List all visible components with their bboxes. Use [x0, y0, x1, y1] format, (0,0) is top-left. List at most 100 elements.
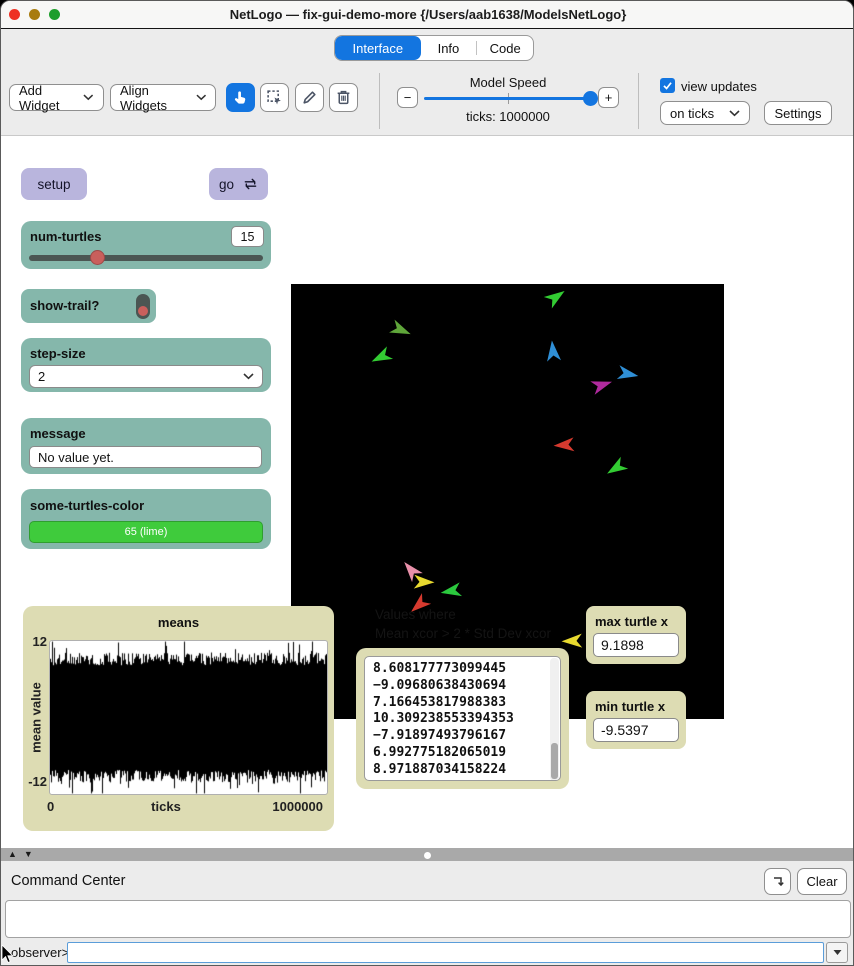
align-widgets-label: Align Widgets: [120, 83, 196, 113]
slider-widget-num-turtles: num-turtles 15: [21, 221, 271, 269]
slider-value: 15: [241, 230, 255, 244]
note-line-1: Values where: [375, 607, 456, 622]
edit-widget-button[interactable]: [295, 83, 324, 112]
monitor-max-turtle-x: max turtle x 9.1898: [586, 606, 686, 664]
chevron-down-icon: [196, 94, 206, 101]
netlogo-window: NetLogo — fix-gui-demo-more {/Users/aab1…: [0, 0, 854, 966]
monitor-value-text: 9.1898: [601, 637, 644, 653]
values-scrollbar[interactable]: [550, 658, 559, 781]
values-output-widget: 8.608177773099445−9.096806384306947.1664…: [356, 648, 569, 789]
title-bar: NetLogo — fix-gui-demo-more {/Users/aab1…: [1, 1, 854, 29]
speed-slider-knob[interactable]: [583, 91, 598, 106]
y-tick-min: -12: [23, 774, 47, 789]
clear-label: Clear: [806, 874, 837, 889]
values-list[interactable]: 8.608177773099445−9.096806384306947.1664…: [364, 656, 561, 781]
switch-toggle[interactable]: [136, 294, 150, 319]
align-widgets-dropdown[interactable]: Align Widgets: [110, 84, 216, 111]
update-mode-value: on ticks: [670, 106, 714, 121]
monitor-value-text: -9.5397: [601, 722, 648, 738]
chooser-value: 2: [38, 369, 45, 384]
command-center-title: Command Center: [11, 873, 125, 889]
turtle: [366, 342, 396, 372]
monitor-label: min turtle x: [595, 699, 665, 714]
checkmark-icon: [662, 80, 673, 91]
window-title: NetLogo — fix-gui-demo-more {/Users/aab1…: [1, 7, 854, 22]
delete-widget-button[interactable]: [329, 83, 358, 112]
go-button[interactable]: go: [209, 168, 268, 200]
update-mode-dropdown[interactable]: on ticks: [660, 101, 750, 125]
command-output-area[interactable]: [5, 900, 851, 938]
splitter-handle-dot[interactable]: [424, 852, 431, 859]
list-item[interactable]: 7.166453817988383: [373, 695, 546, 712]
speed-faster-button[interactable]: +: [598, 87, 619, 108]
color-value-button[interactable]: 65 (lime): [29, 521, 263, 543]
tab-info[interactable]: Info: [421, 36, 477, 60]
command-history-dropdown[interactable]: [826, 942, 848, 963]
pencil-icon: [301, 89, 318, 106]
switch-widget-show-trail[interactable]: show-trail?: [21, 289, 156, 323]
chooser-label: step-size: [30, 346, 86, 361]
x-tick-min: 0: [47, 799, 54, 814]
toolbar-divider: [379, 73, 380, 129]
list-item[interactable]: −7.91897493796167: [373, 728, 546, 745]
turtle: [386, 315, 416, 345]
speed-slower-button[interactable]: −: [397, 87, 418, 108]
chooser-dropdown[interactable]: 2: [29, 365, 263, 388]
message-value: No value yet.: [38, 450, 114, 465]
switch-label: show-trail?: [30, 298, 99, 313]
settings-label: Settings: [775, 106, 822, 121]
color-button-label: some-turtles-color: [30, 498, 144, 513]
plot-series-canvas: [50, 641, 327, 794]
hand-tool-button[interactable]: [226, 83, 255, 112]
values-scrollbar-thumb[interactable]: [551, 743, 558, 779]
plot-area: [49, 640, 328, 795]
setup-label: setup: [37, 177, 70, 192]
command-center-popout-button[interactable]: [764, 868, 791, 895]
switch-knob: [138, 306, 148, 316]
command-input-field[interactable]: [67, 942, 824, 963]
slider-label: num-turtles: [30, 229, 102, 244]
slider-value-box[interactable]: 15: [231, 226, 264, 247]
input-widget-message: message No value yet.: [21, 418, 271, 474]
y-tick-max: 12: [27, 634, 47, 649]
monitor-label: max turtle x: [595, 614, 668, 629]
marquee-select-icon: [266, 89, 283, 106]
view-updates-checkbox[interactable]: [660, 78, 675, 93]
chevron-down-icon: [243, 373, 254, 380]
minus-icon: −: [404, 91, 412, 104]
go-label: go: [219, 177, 234, 192]
turtle: [541, 284, 571, 312]
setup-button[interactable]: setup: [21, 168, 87, 200]
splitter-up-icon[interactable]: ▲: [8, 850, 17, 859]
forever-icon: [243, 177, 258, 191]
monitor-value: 9.1898: [593, 633, 679, 657]
chevron-down-icon: [729, 110, 740, 117]
list-item[interactable]: 6.992775182065019: [373, 745, 546, 762]
popout-arrow-icon: [771, 875, 785, 889]
command-center-splitter[interactable]: ▲ ▼: [1, 848, 854, 861]
command-center: Command Center Clear observer>: [1, 861, 854, 966]
slider-knob[interactable]: [90, 250, 105, 265]
monitor-min-turtle-x: min turtle x -9.5397: [586, 691, 686, 749]
select-widgets-button[interactable]: [260, 83, 289, 112]
tab-code[interactable]: Code: [477, 36, 533, 60]
clear-button[interactable]: Clear: [797, 868, 847, 895]
splitter-down-icon[interactable]: ▼: [24, 850, 33, 859]
list-item[interactable]: 8.971887034158224: [373, 762, 546, 779]
dropdown-arrow-icon: [833, 949, 842, 956]
tab-bar: Interface Info Code: [1, 30, 854, 65]
list-item[interactable]: 10.309238553394353: [373, 711, 546, 728]
view-updates-label: view updates: [681, 79, 757, 94]
add-widget-dropdown[interactable]: Add Widget: [9, 84, 104, 111]
tab-interface[interactable]: Interface: [335, 36, 421, 60]
trash-icon: [335, 89, 352, 106]
turtle: [538, 336, 568, 366]
settings-button[interactable]: Settings: [764, 101, 832, 125]
message-input-field[interactable]: No value yet.: [29, 446, 262, 468]
hand-icon: [232, 89, 249, 106]
list-item[interactable]: −9.09680638430694: [373, 678, 546, 695]
slider-track[interactable]: [29, 255, 263, 261]
note-line-2: Mean xcor > 2 * Std Dev xcor: [375, 626, 551, 641]
list-item[interactable]: 8.608177773099445: [373, 661, 546, 678]
speed-slider-track[interactable]: [424, 97, 592, 100]
